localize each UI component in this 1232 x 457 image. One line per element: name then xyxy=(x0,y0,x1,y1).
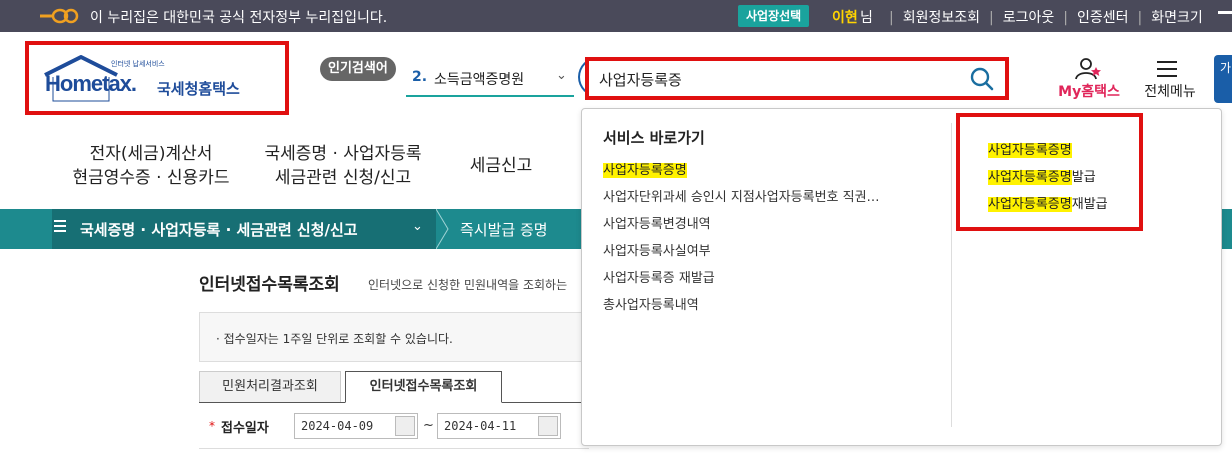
calendar-icon[interactable] xyxy=(538,416,558,436)
side-blue-button[interactable]: 가 xyxy=(1214,55,1232,103)
search-icon[interactable] xyxy=(969,66,995,92)
popular-search-label: 인기검색어 xyxy=(320,57,396,81)
all-menu-button[interactable]: 전체메뉴 xyxy=(1138,57,1202,103)
gov-banner-text: 이 누리집은 대한민국 공식 전자정부 누리집입니다. xyxy=(90,10,388,26)
hometax-logo[interactable]: 인터넷 납세서비스 Hometax. 국세청홈택스 xyxy=(25,41,289,115)
tab-result-inquiry[interactable]: 민원처리결과조회 xyxy=(199,371,341,403)
search-box[interactable] xyxy=(585,57,1009,100)
tab-internet-receipts[interactable]: 인터넷접수목록조회 xyxy=(345,371,502,403)
page-title: 인터넷접수목록조회 xyxy=(199,275,340,295)
egov-logo-icon xyxy=(40,8,79,24)
breadcrumb-separator-icon xyxy=(436,209,449,249)
related-list: 사업자등록증명 사업자등록증명발급 사업자등록증명재발급 xyxy=(988,139,1108,220)
suggestion-item[interactable]: 사업자등록변경내역 xyxy=(603,213,880,240)
my-hometax-button[interactable]: My홈택스 xyxy=(1054,57,1124,103)
notice-box: · 접수일자는 1주일 단위로 조회할 수 있습니다. xyxy=(199,312,589,362)
calendar-icon[interactable] xyxy=(395,416,415,436)
popular-search-underline xyxy=(406,95,574,97)
suggestion-item[interactable]: 사업자등록증 재발급 xyxy=(603,267,880,294)
required-icon: * xyxy=(209,419,215,433)
search-suggestions-dropdown: 서비스 바로가기 사업자등록증명 사업자단위과세 승인시 지점사업자등록번호 직… xyxy=(581,108,1222,446)
business-select-button[interactable]: 사업장선택 xyxy=(738,5,810,27)
logo-wordmark: Hometax. xyxy=(45,71,137,96)
gnb-item-line1: 국세증명 · 사업자등록 xyxy=(264,144,422,164)
my-hometax-label: My홈택스 xyxy=(1058,84,1120,100)
notice-text: · 접수일자는 1주일 단위로 조회할 수 있습니다. xyxy=(216,332,453,346)
filter-label: 접수일자 xyxy=(221,421,269,436)
user-name: 이현 xyxy=(832,10,858,26)
user-icon xyxy=(1075,58,1101,80)
hamburger-icon xyxy=(1157,61,1177,77)
all-menu-label: 전체메뉴 xyxy=(1144,84,1196,100)
gov-banner: 이 누리집은 대한민국 공식 전자정부 누리집입니다. 사업장선택 이현 님 |… xyxy=(0,0,1232,32)
date-range-separator: ~ xyxy=(423,418,434,433)
gnb-item-line1: 전자(세금)계산서 xyxy=(89,144,213,164)
date-from-field[interactable]: 2024-04-09 xyxy=(294,413,418,439)
gnb-item-e-invoice[interactable]: 전자(세금)계산서 현금영수증 · 신용카드 xyxy=(56,142,246,190)
logo-korean-name: 국세청홈택스 xyxy=(157,80,240,98)
gnb-item-line2: 세금관련 신청/신고 xyxy=(274,168,412,188)
dropdown-title: 서비스 바로가기 xyxy=(603,129,705,147)
logout-link[interactable]: 로그아웃 xyxy=(1003,10,1055,26)
date-filter-row: * 접수일자 2024-04-09 ~ 2024-04-11 xyxy=(199,403,589,449)
suggestion-list: 사업자등록증명 사업자단위과세 승인시 지점사업자등록번호 직권… 사업자등록변… xyxy=(603,159,880,321)
suggestion-item[interactable]: 사업자단위과세 승인시 지점사업자등록번호 직권… xyxy=(603,186,880,213)
gnb-item-certificates[interactable]: 국세증명 · 사업자등록 세금관련 신청/신고 xyxy=(248,142,438,190)
utility-links: | 회원정보조회 | 로그아웃 | 인증센터 | 화면크기 xyxy=(889,10,1203,26)
zoom-out-icon[interactable] xyxy=(1218,11,1232,14)
breadcrumb-level1[interactable]: 국세증명 · 사업자등록 · 세금관련 신청/신고 xyxy=(80,219,358,240)
related-item[interactable]: 사업자등록증명재발급 xyxy=(988,193,1108,220)
date-to-field[interactable]: 2024-04-11 xyxy=(437,413,561,439)
breadcrumb-level2[interactable]: 즉시발급 증명 xyxy=(460,219,548,240)
menu-list-icon xyxy=(54,220,66,234)
suggestion-item[interactable]: 사업자등록사실여부 xyxy=(603,240,880,267)
member-info-link[interactable]: 회원정보조회 xyxy=(903,10,980,26)
popular-search-item[interactable]: 소득금액증명원 xyxy=(434,69,524,89)
chevron-down-icon[interactable]: ⌄ xyxy=(412,219,423,234)
user-name-suffix: 님 xyxy=(860,10,873,26)
chevron-down-icon[interactable]: ⌄ xyxy=(556,68,567,83)
popular-search-rank: 2. xyxy=(412,69,428,85)
suggestion-item[interactable]: 총사업자등록내역 xyxy=(603,294,880,321)
page-description: 인터넷으로 신청한 민원내역을 조회하는 xyxy=(368,278,568,292)
related-item[interactable]: 사업자등록증명발급 xyxy=(988,166,1108,193)
gnb-item-line1: 세금신고 xyxy=(469,156,533,176)
related-item[interactable]: 사업자등록증명 xyxy=(988,139,1108,166)
screen-size-link[interactable]: 화면크기 xyxy=(1151,10,1203,26)
gnb-item-line2: 현금영수증 · 신용카드 xyxy=(72,168,230,188)
search-input[interactable] xyxy=(599,67,959,91)
dropdown-divider xyxy=(951,123,952,427)
suggestion-item[interactable]: 사업자등록증명 xyxy=(603,159,880,186)
cert-center-link[interactable]: 인증센터 xyxy=(1077,10,1129,26)
annotation-highlight-box: 사업자등록증명 사업자등록증명발급 사업자등록증명재발급 xyxy=(956,113,1143,231)
gnb-item-tax-report[interactable]: 세금신고 xyxy=(456,154,546,178)
logo-tagline: 인터넷 납세서비스 xyxy=(111,60,165,68)
